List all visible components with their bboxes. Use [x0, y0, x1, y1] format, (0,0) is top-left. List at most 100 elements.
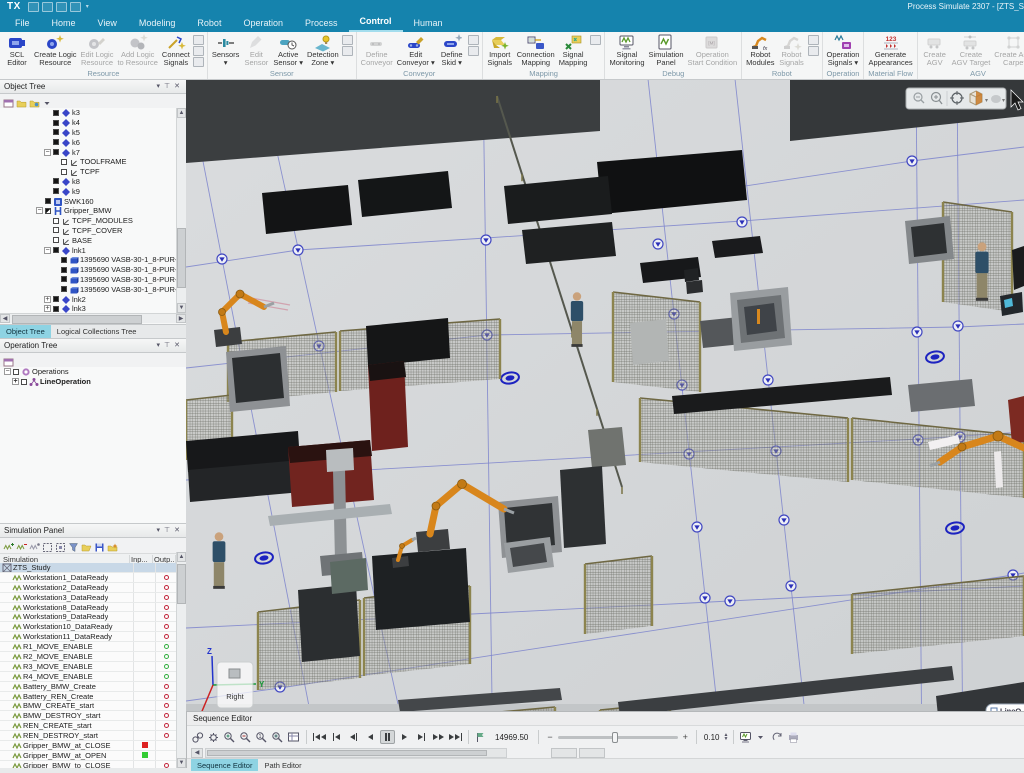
- waypoint-marker-icon[interactable]: [653, 239, 663, 249]
- tree-item-1395690-vasb-30-1-8-pur-[interactable]: 1395690 VASB-30-1_8-PUR-: [0, 265, 186, 275]
- visibility-checkbox[interactable]: [53, 188, 59, 194]
- mini-button-icon[interactable]: [808, 46, 819, 56]
- tab-object-tree[interactable]: Object Tree: [0, 325, 51, 338]
- equipment-box[interactable]: [1012, 246, 1024, 290]
- mini-button-icon[interactable]: [193, 46, 204, 56]
- visibility-checkbox[interactable]: [61, 257, 67, 263]
- scroll-segment[interactable]: [579, 748, 605, 758]
- tab-robot[interactable]: Robot: [186, 15, 232, 32]
- flag-icon[interactable]: [474, 731, 488, 744]
- sig-plus-icon[interactable]: [3, 540, 14, 551]
- undo-icon[interactable]: [42, 2, 53, 12]
- visibility-checkbox[interactable]: [53, 149, 59, 155]
- panel-menu-icon[interactable]: ▾: [155, 81, 163, 93]
- tab-human[interactable]: Human: [403, 15, 454, 32]
- equipment-box[interactable]: [330, 558, 368, 594]
- tab-path-editor[interactable]: Path Editor: [258, 759, 307, 771]
- monitor-icon[interactable]: [739, 731, 753, 744]
- signal-row-workstation11_dataready[interactable]: Workstation11_DataReady: [0, 632, 186, 642]
- robot-modules-button[interactable]: fxRobotModules: [744, 33, 776, 68]
- signal-row-gripper_bmw_at_open[interactable]: Gripper_BMW_at_OPEN: [0, 751, 186, 761]
- tree-item-tcpf[interactable]: TCPF: [0, 167, 186, 177]
- tree-item-lnk1[interactable]: −lnk1: [0, 245, 186, 255]
- tab-view[interactable]: View: [87, 15, 128, 32]
- tree-item-k8[interactable]: k8: [0, 177, 186, 187]
- object-tree-vscrollbar[interactable]: ▲▼: [176, 108, 186, 313]
- visibility-checkbox[interactable]: [53, 306, 59, 312]
- equipment-box[interactable]: [630, 319, 669, 365]
- tree-item-k4[interactable]: k4: [0, 118, 186, 128]
- connect-signals-button[interactable]: ConnectSignals: [160, 33, 192, 68]
- tab-process[interactable]: Process: [294, 15, 349, 32]
- mini-button-icon[interactable]: [193, 35, 204, 45]
- speed-slider[interactable]: [558, 736, 678, 739]
- operation-signals-button[interactable]: OperationSignals ▾: [825, 33, 862, 68]
- visibility-checkbox[interactable]: [45, 198, 51, 204]
- waypoint-marker-icon[interactable]: [786, 581, 796, 591]
- visibility-checkbox[interactable]: [53, 218, 59, 224]
- waypoint-marker-icon[interactable]: [907, 156, 917, 166]
- signal-row-gripper_bmw_to_close[interactable]: Gripper_BMW_to_CLOSE: [0, 761, 186, 768]
- signal-row-ren_create_start[interactable]: REN_CREATE_start: [0, 721, 186, 731]
- visibility-checkbox[interactable]: [53, 178, 59, 184]
- viewport-nav-toolbar[interactable]: ▾▾: [906, 88, 1006, 109]
- simulation-panel-button[interactable]: SimulationPanel: [647, 33, 686, 68]
- ribbon-mini-buttons[interactable]: [589, 33, 602, 47]
- prev-button[interactable]: [329, 730, 344, 744]
- close-icon[interactable]: ✕: [172, 81, 182, 93]
- create-logic-resource-button[interactable]: Create LogicResource: [32, 33, 79, 68]
- save-icon[interactable]: [94, 540, 105, 551]
- waypoint-marker-icon[interactable]: [912, 327, 922, 337]
- equipment-box[interactable]: [684, 268, 699, 282]
- equipment-box[interactable]: [232, 353, 284, 403]
- visibility-checkbox[interactable]: [53, 237, 59, 243]
- equipment-box[interactable]: [560, 466, 606, 548]
- pin-icon[interactable]: ⊤: [162, 340, 172, 352]
- define-skid-button[interactable]: DefineSkid ▾: [437, 33, 467, 68]
- active-sensor-button[interactable]: ActiveSensor ▾: [271, 33, 305, 68]
- tree-item-toolframe[interactable]: TOOLFRAME: [0, 157, 186, 167]
- sig-minus-icon[interactable]: [16, 540, 27, 551]
- expander-icon[interactable]: +: [12, 378, 19, 385]
- scl-editor-button[interactable]: SCLEditor: [2, 33, 32, 68]
- play-button[interactable]: [397, 730, 412, 744]
- tab-sequence-editor[interactable]: Sequence Editor: [191, 759, 258, 771]
- simulation-signal-list[interactable]: ZTS_StudyWorkstation1_DataReadyWorkstati…: [0, 563, 186, 768]
- tree-item-1395690-vasb-30-1-8-pur-[interactable]: 1395690 VASB-30-1_8-PUR-: [0, 255, 186, 265]
- visibility-checkbox[interactable]: [53, 227, 59, 233]
- speed-spinner[interactable]: ▲▼: [723, 733, 728, 741]
- skip-end-button[interactable]: [448, 730, 463, 744]
- waypoint-marker-icon[interactable]: [700, 593, 710, 603]
- new-document-icon[interactable]: [70, 2, 81, 12]
- gear-icon[interactable]: [207, 731, 221, 744]
- signal-row-gripper_bmw_at_close[interactable]: Gripper_BMW_at_CLOSE: [0, 741, 186, 751]
- tab-control[interactable]: Control: [349, 13, 403, 32]
- signal-row-workstation8_dataready[interactable]: Workstation8_DataReady: [0, 603, 186, 613]
- visibility-checkbox[interactable]: [61, 286, 67, 292]
- tree-item-lnk3[interactable]: +lnk3: [0, 304, 186, 313]
- simulation-vscrollbar[interactable]: ▲▼: [176, 552, 186, 768]
- waypoint-marker-icon[interactable]: [217, 254, 227, 264]
- waypoint-marker-icon[interactable]: [481, 235, 491, 245]
- operation-tree[interactable]: −Operations+LineOperation: [0, 367, 186, 523]
- equipment-box[interactable]: [744, 303, 777, 335]
- redo-icon[interactable]: [56, 2, 67, 12]
- equipment-box[interactable]: [686, 280, 703, 294]
- equipment-box[interactable]: [757, 309, 760, 324]
- dash-box2-icon[interactable]: [55, 540, 66, 551]
- sequence-hscrollbar[interactable]: [205, 748, 507, 758]
- tree-item-gripper-bmw[interactable]: −Gripper_BMW: [0, 206, 186, 216]
- visibility-checkbox[interactable]: [61, 276, 67, 282]
- back-button[interactable]: [363, 730, 378, 744]
- equipment-box[interactable]: [588, 427, 626, 468]
- zoom-out-icon[interactable]: [239, 731, 253, 744]
- visibility-checkbox[interactable]: [53, 296, 59, 302]
- folder-new-icon[interactable]: [107, 540, 118, 551]
- tree-item-base[interactable]: BASE: [0, 235, 186, 245]
- expander-icon[interactable]: −: [36, 207, 43, 214]
- window-purple-icon[interactable]: [3, 96, 14, 107]
- detection-zone-button[interactable]: DetectionZone ▾: [305, 33, 341, 68]
- visibility-checkbox[interactable]: [61, 159, 67, 165]
- sig-dot-icon[interactable]: [29, 540, 40, 551]
- tree-item-k5[interactable]: k5: [0, 128, 186, 138]
